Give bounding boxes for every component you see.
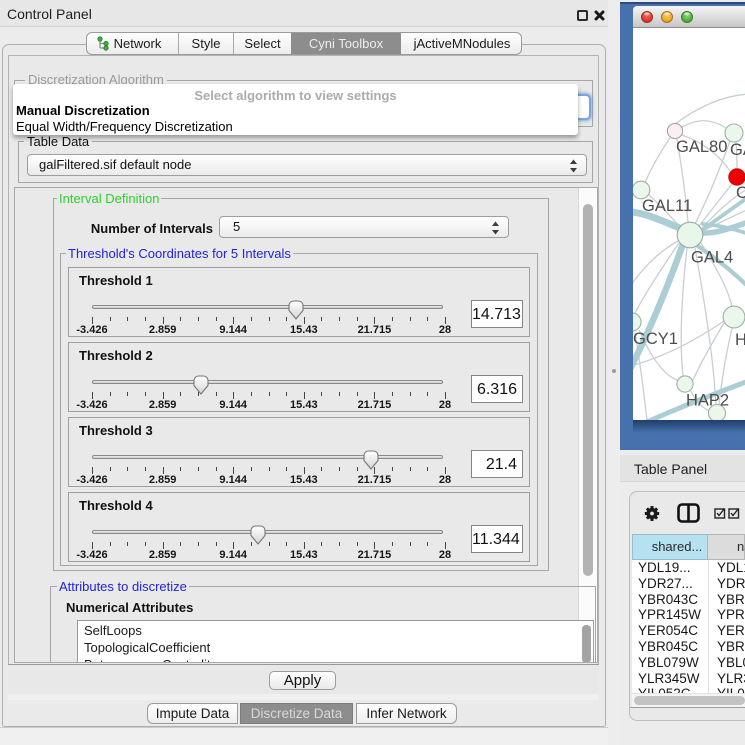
svg-text:HAP2: HAP2 (686, 392, 729, 410)
svg-text:C: C (736, 184, 745, 202)
svg-text:GAL4: GAL4 (691, 249, 733, 267)
svg-text:GAL11: GAL11 (642, 197, 692, 215)
svg-text:GA: GA (730, 141, 745, 159)
svg-text:H: H (735, 331, 745, 349)
svg-text:GCY1: GCY1 (633, 330, 678, 348)
svg-text:GAL80: GAL80 (676, 138, 727, 156)
